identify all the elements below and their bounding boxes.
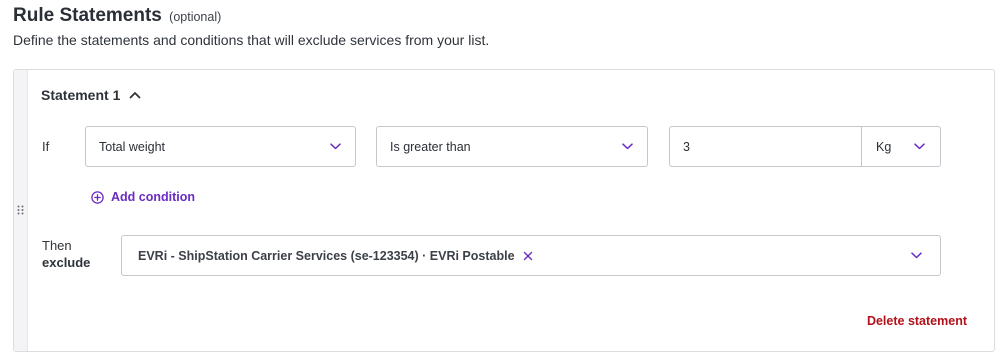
delete-statement-button[interactable]: Delete statement xyxy=(867,314,967,328)
then-label: Then exclude xyxy=(42,237,90,271)
statement-title: Statement 1 xyxy=(41,87,121,103)
service-tag: EVRi - ShipStation Carrier Services (se-… xyxy=(138,249,533,263)
plus-circle-icon xyxy=(91,190,104,204)
then-action-text: exclude xyxy=(42,255,91,270)
chevron-down-icon xyxy=(330,143,341,150)
chevron-up-icon xyxy=(129,91,141,99)
then-text: Then xyxy=(42,238,72,253)
section-title-text: Rule Statements xyxy=(13,5,162,26)
condition-operator-value: Is greater than xyxy=(390,139,471,154)
chevron-down-icon xyxy=(622,143,633,150)
if-label: If xyxy=(42,139,50,154)
chevron-down-icon xyxy=(911,252,922,259)
unit-value: Kg xyxy=(876,139,892,154)
section-description: Define the statements and conditions tha… xyxy=(13,32,490,48)
optional-label: (optional) xyxy=(169,10,222,24)
chevron-down-icon xyxy=(914,143,925,150)
service-tag-label: EVRi - ShipStation Carrier Services (se-… xyxy=(138,248,515,263)
condition-field-select[interactable]: Total weight xyxy=(85,126,356,167)
excluded-services-select[interactable]: EVRi - ShipStation Carrier Services (se-… xyxy=(121,235,941,276)
add-condition-label: Add condition xyxy=(111,190,196,204)
statement-toggle[interactable]: Statement 1 xyxy=(41,87,141,103)
drag-handle-icon[interactable] xyxy=(17,205,24,215)
drag-rail[interactable] xyxy=(14,70,28,351)
condition-field-value: Total weight xyxy=(99,139,166,154)
condition-amount-input[interactable] xyxy=(669,126,861,167)
close-icon[interactable] xyxy=(523,251,533,261)
add-condition-button[interactable]: Add condition xyxy=(91,190,195,204)
section-title: Rule Statements (optional) xyxy=(13,5,221,27)
statement-card: Statement 1 If Total weight Is greater t… xyxy=(13,69,995,352)
condition-operator-select[interactable]: Is greater than xyxy=(376,126,648,167)
unit-select[interactable]: Kg xyxy=(861,126,941,167)
